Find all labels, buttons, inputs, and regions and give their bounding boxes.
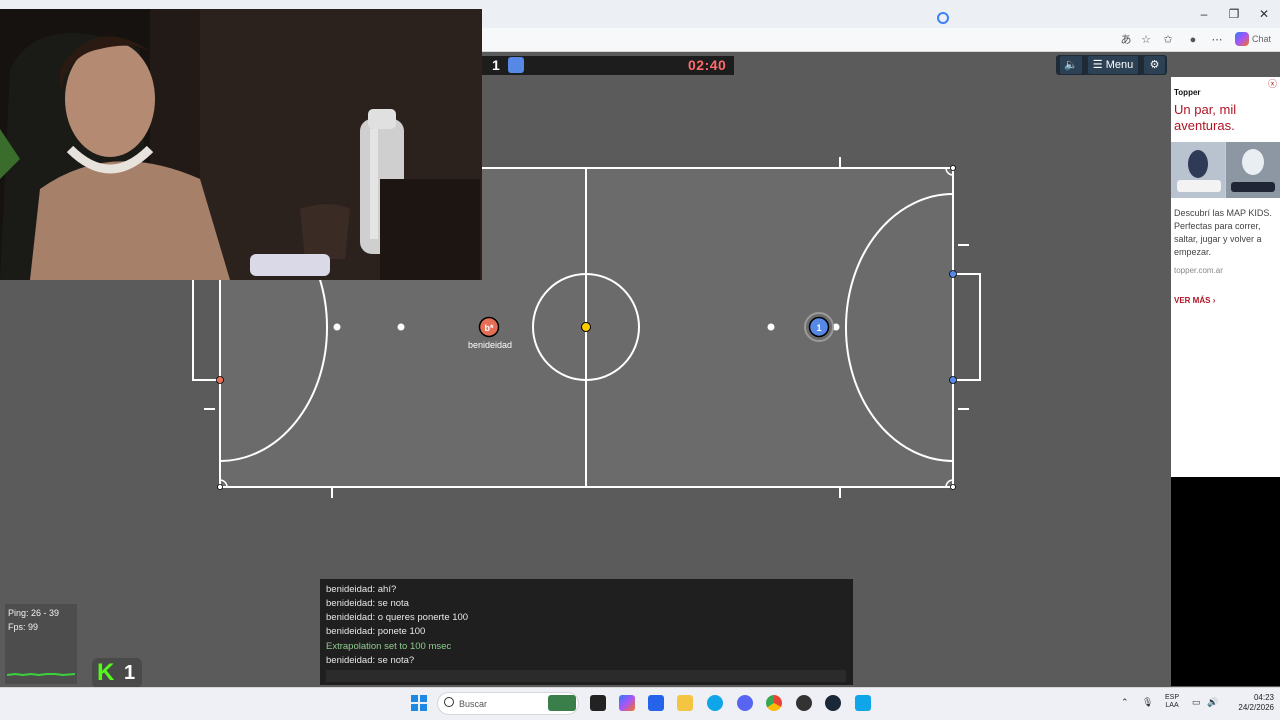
ad-close-icon[interactable]: ⓧ [1268,77,1277,90]
menu-button[interactable]: ☰ Menu [1088,56,1138,74]
system-clock[interactable]: 04:23 24/2/2026 [1222,693,1274,713]
right-goalpost-top [949,270,957,278]
field-marker [333,323,341,331]
blue-player-avatar: 1 [816,323,821,333]
network-icon[interactable]: ▭ [1192,697,1201,708]
restore-icon[interactable]: ❐ [1226,6,1242,22]
copilot-taskbar-icon[interactable] [619,695,635,711]
language-code: ESP [1165,694,1180,701]
tray-chevron-icon[interactable]: ⌃ [1121,697,1129,708]
sound-icon[interactable]: 🔈 [1060,56,1082,74]
screen: – ❐ ✕ あ ☆ ✩ ● ⋯ Chat b* 1 benideidad 1 0… [0,0,1280,720]
copilot-chat-label[interactable]: Chat [1252,34,1271,44]
language-indicator[interactable]: ESP LAA [1165,694,1179,710]
chrome-icon[interactable] [766,695,782,711]
field-marker [397,323,405,331]
menu-label: Menu [1105,59,1134,71]
advertisement[interactable] [1171,77,1280,477]
settings-gear-icon[interactable]: ⚙ [1144,56,1165,74]
menu-icon: ☰ [1092,59,1106,71]
ping-readout: Ping: 26 - 39 [8,608,60,618]
red-player-name: benideidad [467,340,513,350]
app-icon[interactable] [796,695,812,711]
ad-empty-slot [1171,477,1280,686]
steam-icon[interactable] [825,695,841,711]
taskbar [0,687,1280,720]
chat-system-message: Extrapolation set to 100 msec [326,641,452,652]
more-options-icon[interactable]: ⋯ [1210,33,1224,47]
webcam-video [0,9,482,280]
chevron-right-icon: › [1212,296,1216,305]
match-timer: 02:40 [688,57,727,73]
kick-logo-icon: K [97,659,115,686]
close-window-icon[interactable]: ✕ [1256,6,1272,22]
keyboard-layout: LAA [1165,702,1179,709]
ad-cta-label: VER MÁS [1174,296,1211,305]
windows-start-icon[interactable] [411,695,427,711]
pinned-app-icon[interactable] [855,695,871,711]
discord-icon[interactable] [737,695,753,711]
ball [581,322,591,332]
chat-message: benideidad: ahí? [326,584,397,595]
blue-team-indicator [508,57,524,73]
field-marker [767,323,775,331]
epic-games-icon[interactable] [590,695,606,711]
volume-icon[interactable]: 🔊 [1207,697,1218,708]
chat-message: benideidad: o queres ponerte 100 [326,612,469,623]
ad-url[interactable]: topper.com.ar [1174,266,1223,275]
profile-avatar-icon[interactable]: ● [1186,33,1200,47]
chat-message: benideidad: se nota? [326,655,415,666]
left-goalpost [216,376,224,384]
taskbar-search-label: Buscar [459,699,488,709]
copilot-icon[interactable] [1235,32,1249,46]
fps-readout: Fps: 99 [8,622,39,632]
ad-headline[interactable]: Un par, mil aventuras. [1174,102,1278,134]
store-icon[interactable] [648,695,664,711]
search-icon [444,697,454,707]
webcam-overlay [0,9,482,280]
edge-icon[interactable] [707,695,723,711]
clock-date: 24/2/2026 [1238,703,1274,712]
clock-time: 04:23 [1253,693,1274,702]
ad-cta-link[interactable]: VER MÁS › [1174,296,1215,305]
widgets-icon[interactable] [548,695,576,711]
ad-body-text: Descubrí las MAP KIDS. Perfectas para co… [1174,208,1272,257]
file-explorer-icon[interactable] [677,695,693,711]
score-value: 1 [492,57,500,73]
ad-photo [1171,142,1280,198]
minimize-icon[interactable]: – [1196,6,1212,22]
red-player-avatar: b* [485,323,494,333]
microphone-icon[interactable]: 🎙 [1142,697,1153,708]
chat-message: benideidad: se nota [326,598,409,609]
ad-brand: Topper [1174,88,1201,97]
chat-message: benideidad: ponete 100 [326,626,426,637]
ad-image[interactable] [1171,142,1280,198]
kick-count: 1 [124,662,136,684]
right-goalpost-bottom [949,376,957,384]
chat-input[interactable] [326,670,846,682]
